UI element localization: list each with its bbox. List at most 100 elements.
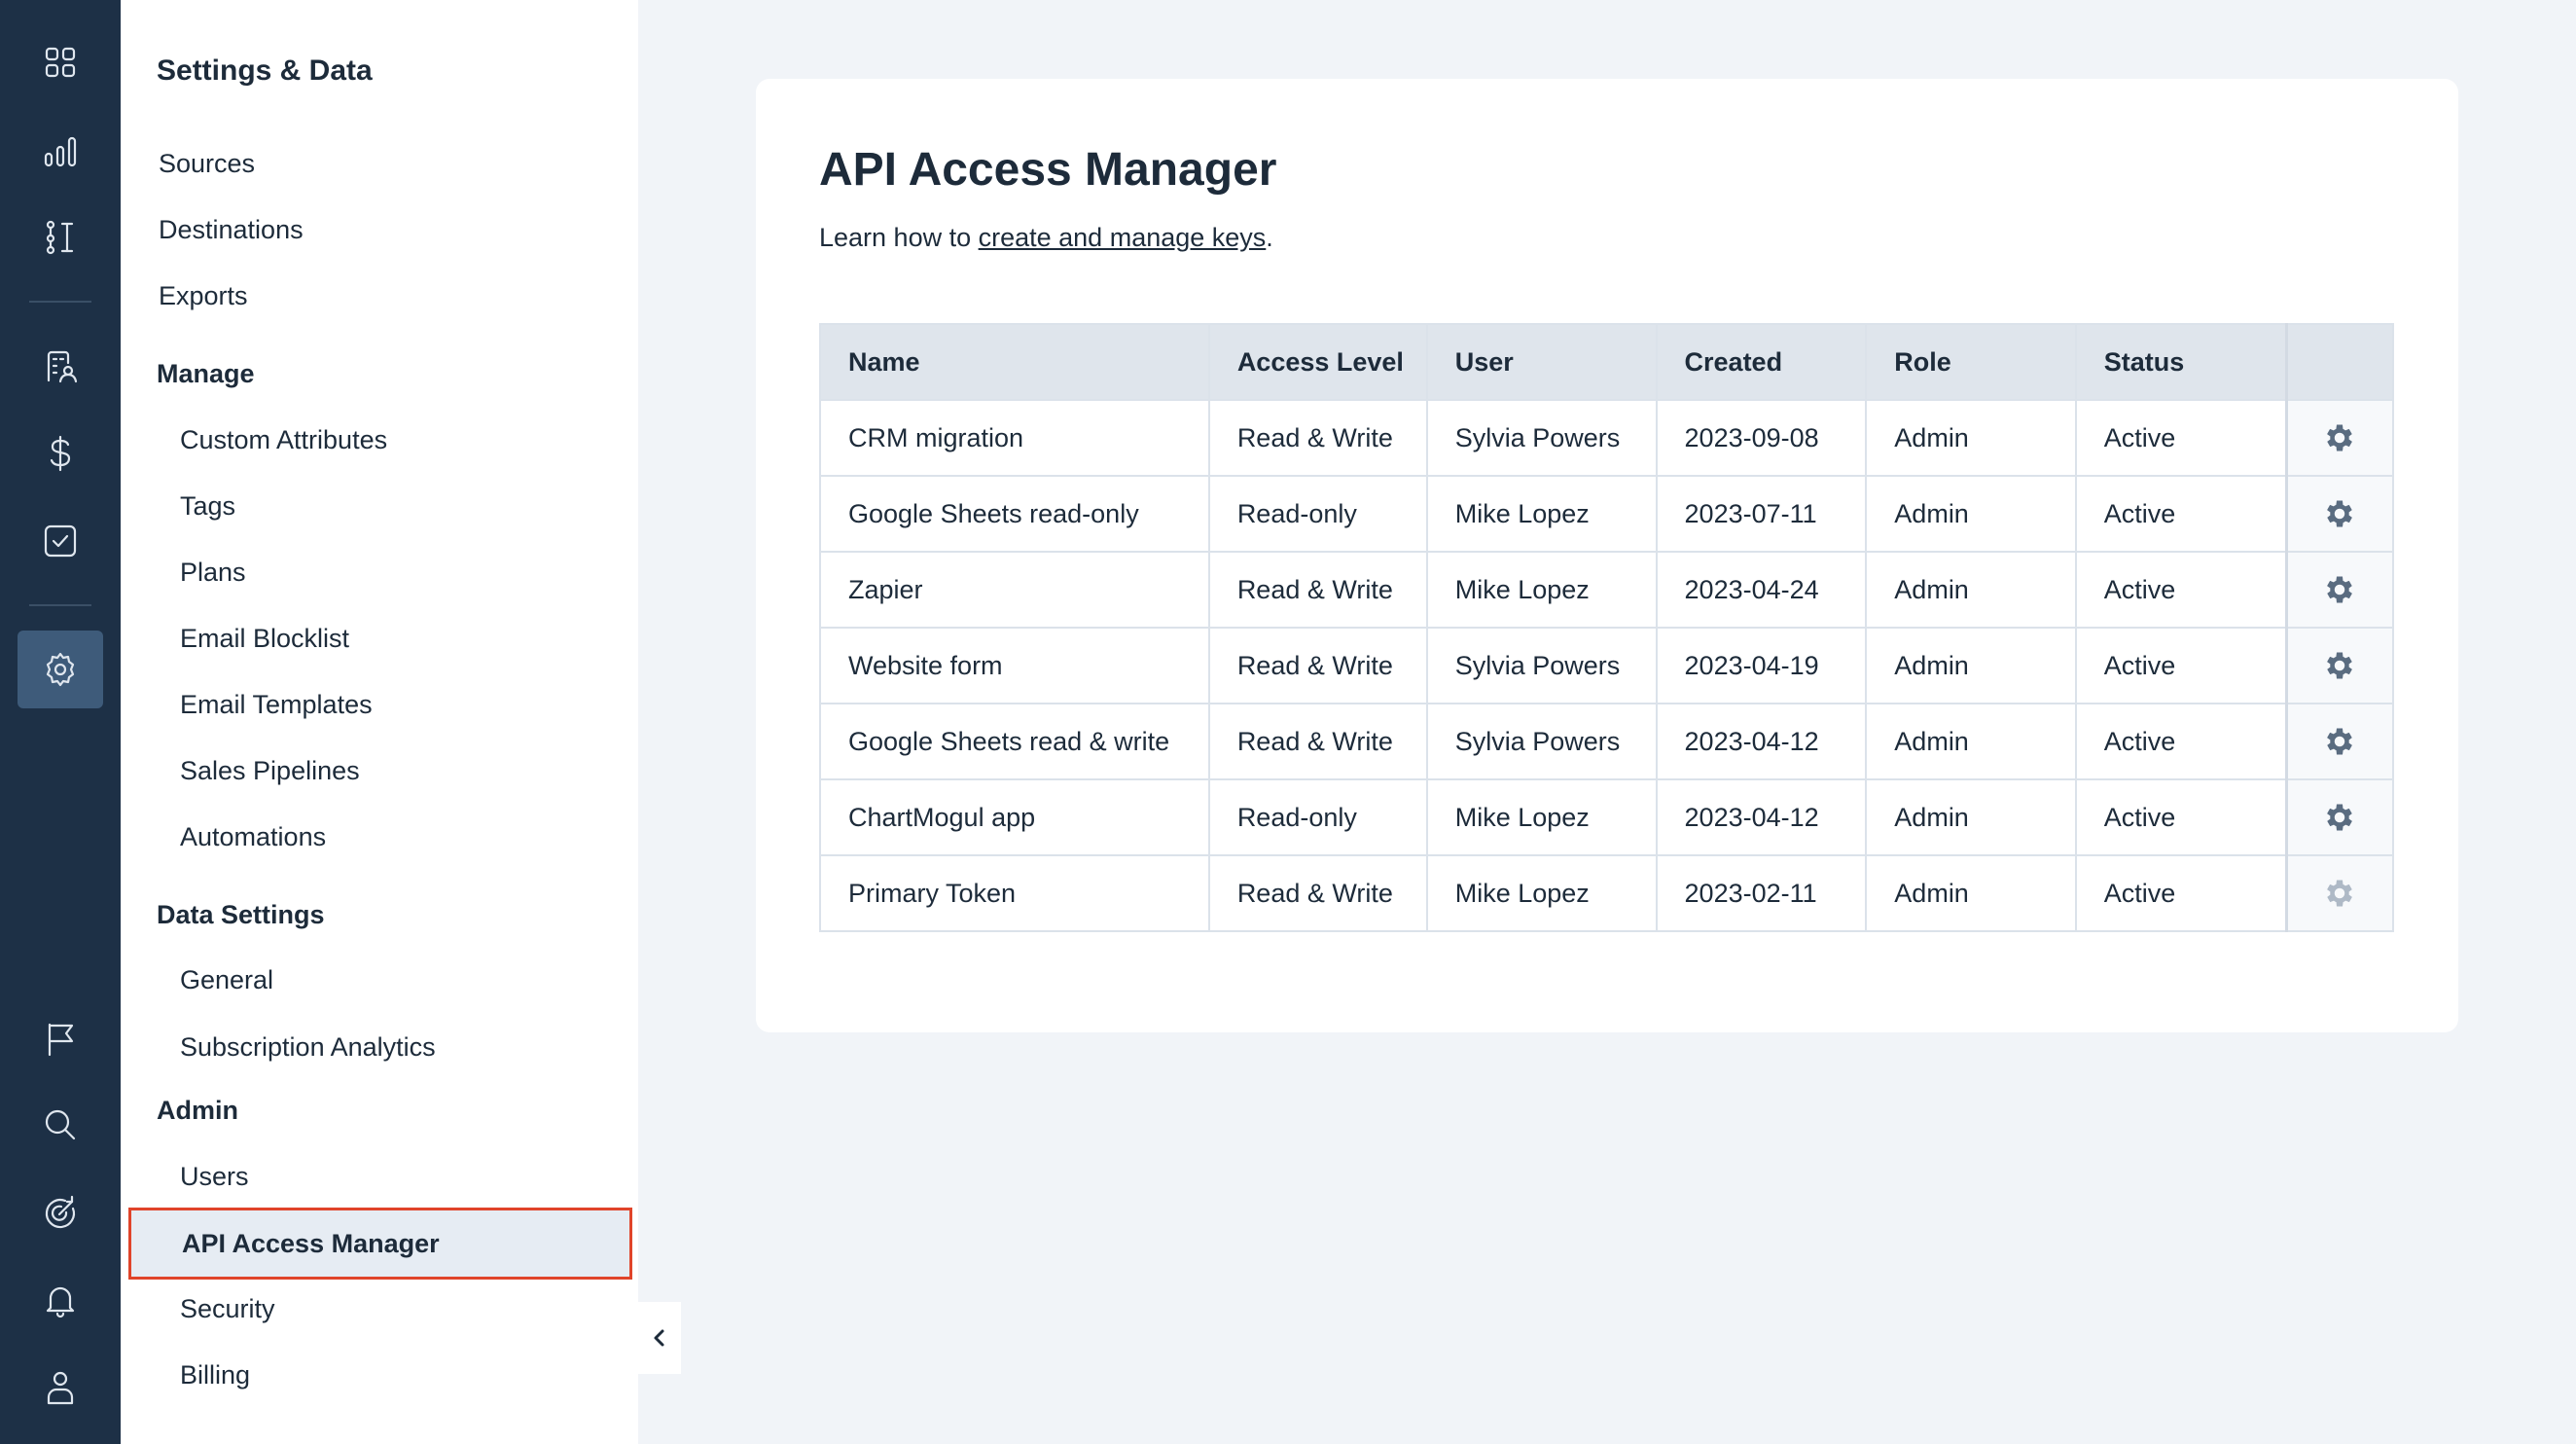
nav-item-sources[interactable]: Sources xyxy=(159,144,255,183)
icon-rail xyxy=(0,0,121,1444)
cell-role: Admin xyxy=(1865,778,2077,856)
nav-item-tags[interactable]: Tags xyxy=(180,487,235,525)
cell-user: Sylvia Powers xyxy=(1425,399,1658,477)
table-row: Website form Read & Write Sylvia Powers … xyxy=(819,627,2394,704)
create-manage-keys-link[interactable]: create and manage keys xyxy=(979,223,1267,252)
cell-created: 2023-04-19 xyxy=(1655,627,1868,704)
nav-item-plans[interactable]: Plans xyxy=(180,553,246,592)
column-header-name[interactable]: Name xyxy=(819,323,1210,401)
cell-actions xyxy=(2284,627,2394,704)
cell-name: Zapier xyxy=(819,551,1210,629)
nav-item-email-blocklist[interactable]: Email Blocklist xyxy=(180,619,349,658)
cell-role: Admin xyxy=(1865,703,2077,780)
contacts-icon[interactable] xyxy=(18,328,103,406)
cell-name: Website form xyxy=(819,627,1210,704)
checkbox-icon[interactable] xyxy=(18,502,103,580)
nav-item-custom-attributes[interactable]: Custom Attributes xyxy=(180,420,387,459)
nav-item-automations[interactable]: Automations xyxy=(180,817,326,856)
cell-status: Active xyxy=(2074,399,2288,477)
user-icon[interactable] xyxy=(18,1349,103,1426)
dashboard-icon[interactable] xyxy=(18,23,103,101)
table-header-row: Name Access Level User Created Role Stat… xyxy=(819,323,2394,401)
column-header-role[interactable]: Role xyxy=(1865,323,2077,401)
nav-item-subscription-analytics[interactable]: Subscription Analytics xyxy=(180,1028,436,1066)
cell-actions xyxy=(2284,854,2394,932)
cell-user: Mike Lopez xyxy=(1425,475,1658,553)
cell-access-level: Read-only xyxy=(1207,475,1428,553)
nav-item-sales-pipelines[interactable]: Sales Pipelines xyxy=(180,751,360,790)
api-access-card: API Access Manager Learn how to create a… xyxy=(756,79,2458,1032)
column-header-access-level[interactable]: Access Level xyxy=(1207,323,1428,401)
cell-name: Google Sheets read & write xyxy=(819,703,1210,780)
nav-item-users[interactable]: Users xyxy=(180,1157,249,1196)
cell-name: Google Sheets read-only xyxy=(819,475,1210,553)
gear-icon[interactable] xyxy=(2322,573,2357,603)
cell-access-level: Read & Write xyxy=(1207,703,1428,780)
gear-icon[interactable] xyxy=(2322,801,2357,831)
nav-item-billing[interactable]: Billing xyxy=(180,1355,250,1394)
cell-user: Sylvia Powers xyxy=(1425,627,1658,704)
cell-actions xyxy=(2284,475,2394,553)
cell-role: Admin xyxy=(1865,627,2077,704)
cell-actions xyxy=(2284,703,2394,780)
cell-status: Active xyxy=(2074,854,2288,932)
cell-created: 2023-07-11 xyxy=(1655,475,1868,553)
cell-user: Mike Lopez xyxy=(1425,778,1658,856)
cell-role: Admin xyxy=(1865,399,2077,477)
gear-icon[interactable] xyxy=(2322,877,2357,907)
cell-status: Active xyxy=(2074,778,2288,856)
nav-item-exports[interactable]: Exports xyxy=(159,276,248,315)
flag-icon[interactable] xyxy=(18,1000,103,1078)
cell-role: Admin xyxy=(1865,475,2077,553)
bell-icon[interactable] xyxy=(18,1261,103,1339)
nav-item-general[interactable]: General xyxy=(180,960,273,999)
page-subtitle: Learn how to create and manage keys. xyxy=(819,223,1273,253)
cell-name: ChartMogul app xyxy=(819,778,1210,856)
search-icon[interactable] xyxy=(18,1086,103,1164)
nav-item-email-templates[interactable]: Email Templates xyxy=(180,685,373,724)
cell-name: Primary Token xyxy=(819,854,1210,932)
cell-created: 2023-04-12 xyxy=(1655,703,1868,780)
target-icon[interactable] xyxy=(18,1174,103,1252)
collapse-sidebar-button[interactable] xyxy=(638,1302,681,1374)
cell-user: Mike Lopez xyxy=(1425,551,1658,629)
api-keys-table: Name Access Level User Created Role Stat… xyxy=(819,323,2394,932)
cell-role: Admin xyxy=(1865,854,2077,932)
nav-section-data-settings: Data Settings xyxy=(157,900,325,929)
nav-title: Settings & Data xyxy=(157,54,373,87)
nav-item-security[interactable]: Security xyxy=(180,1289,275,1328)
nav-item-destinations[interactable]: Destinations xyxy=(159,210,304,249)
settings-icon[interactable] xyxy=(18,631,103,708)
cell-created: 2023-09-08 xyxy=(1655,399,1868,477)
nav-item-api-access-manager[interactable]: API Access Manager xyxy=(128,1208,632,1280)
table-row: ChartMogul app Read-only Mike Lopez 2023… xyxy=(819,778,2394,856)
cell-created: 2023-04-24 xyxy=(1655,551,1868,629)
cell-created: 2023-04-12 xyxy=(1655,778,1868,856)
pipeline-icon[interactable] xyxy=(18,199,103,276)
gear-icon[interactable] xyxy=(2322,421,2357,451)
cell-user: Mike Lopez xyxy=(1425,854,1658,932)
gear-icon[interactable] xyxy=(2322,725,2357,755)
rail-divider xyxy=(29,301,91,303)
cell-status: Active xyxy=(2074,627,2288,704)
gear-icon[interactable] xyxy=(2322,649,2357,679)
cell-access-level: Read & Write xyxy=(1207,854,1428,932)
column-header-user[interactable]: User xyxy=(1425,323,1658,401)
gear-icon[interactable] xyxy=(2322,497,2357,527)
nav-section-admin: Admin xyxy=(157,1096,238,1125)
column-header-status[interactable]: Status xyxy=(2074,323,2288,401)
cell-access-level: Read & Write xyxy=(1207,627,1428,704)
dollar-icon[interactable] xyxy=(18,415,103,492)
cell-role: Admin xyxy=(1865,551,2077,629)
column-header-created[interactable]: Created xyxy=(1655,323,1868,401)
cell-user: Sylvia Powers xyxy=(1425,703,1658,780)
cell-created: 2023-02-11 xyxy=(1655,854,1868,932)
chevron-left-icon xyxy=(654,1329,664,1347)
nav-item-label: API Access Manager xyxy=(182,1229,440,1258)
cell-actions xyxy=(2284,551,2394,629)
cell-actions xyxy=(2284,399,2394,477)
nav-section-manage: Manage xyxy=(157,359,255,388)
bar-chart-icon[interactable] xyxy=(18,113,103,191)
rail-divider xyxy=(29,604,91,606)
table-row: Google Sheets read-only Read-only Mike L… xyxy=(819,475,2394,553)
